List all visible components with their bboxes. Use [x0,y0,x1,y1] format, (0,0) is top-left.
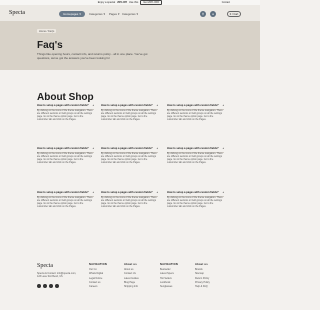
plus-icon[interactable]: + [222,191,224,194]
faq-answer: By clicking on the icons of the theme na… [167,152,223,165]
footer-heading: NAVIGATION [89,263,107,266]
chevron-down-icon: ▾ [136,12,138,16]
footer-heading: About us [124,263,137,266]
cart-button[interactable]: 0 / Cart [227,11,241,17]
search-icon[interactable]: ⚲ [200,11,206,17]
faq-item[interactable]: How to setup a pages with custom fields?… [101,191,158,209]
nav-item-label: Categories [122,12,136,16]
faq-item[interactable]: How to setup a pages with custom fields?… [167,147,224,165]
plus-icon[interactable]: + [222,147,224,150]
instagram-icon[interactable] [49,284,53,288]
faq-question[interactable]: How to setup a pages with custom fields? [167,147,219,150]
faq-question[interactable]: How to setup a pages with custom fields? [37,147,89,150]
footer-link[interactable]: Sunglasses [160,285,178,289]
plus-icon[interactable]: + [156,191,158,194]
faq-answer: By clicking on the icons of the theme na… [101,196,157,209]
nav-item-label: Pages [109,12,117,16]
nav-item-pages[interactable]: Pages ▾ [109,12,119,16]
faq-question[interactable]: How to setup a pages with custom fields? [167,191,219,194]
chevron-down-icon: ▾ [79,12,81,16]
chevron-down-icon: ▾ [117,12,120,16]
faq-question[interactable]: How to setup a pages with custom fields? [101,104,153,107]
faq-item[interactable]: How to setup a pages with custom fields?… [167,191,224,209]
plus-icon[interactable]: + [156,147,158,150]
nav-item-label: Categories [89,12,103,16]
plus-icon[interactable]: + [156,104,158,107]
social-links [37,284,59,288]
footer-logo[interactable]: Specta [37,263,53,269]
promo-tail: Use this [128,1,139,4]
promo-contact-link[interactable]: Contact [222,1,230,4]
footer-link[interactable]: Careers [89,285,107,289]
nav-item-label: Homepages [63,12,79,16]
nav-item-categories[interactable]: Categories ▾ [89,12,105,16]
faq-answer: By clicking on the icons of the theme na… [167,196,223,209]
footer-column: About us About us Contact Us Latest Guid… [124,263,139,289]
footer-column: NAVIGATION Bestseller Latest Specs Hot S… [160,263,178,289]
faq-answer: By clicking on the icons of the theme na… [101,152,157,165]
footer-contact-text: Specta & Contact: info@specta.com, 123 L… [37,272,77,278]
hero-description: Things like opening hours, contact info,… [37,52,148,60]
page-title: Faq's [37,40,63,51]
twitter-icon[interactable] [43,284,47,288]
pinterest-icon[interactable] [55,284,59,288]
promo-text: Enjoy a special [97,1,116,4]
footer-link[interactable]: Help & FAQ [195,285,210,289]
footer-heading: About us [195,263,208,266]
footer-column: NAVIGATION Our Co Whats Digital Legal No… [89,263,107,289]
chevron-down-icon: ▾ [103,12,105,16]
promo-discount: 20% Off [117,1,127,4]
facebook-icon[interactable] [37,284,41,288]
nav-item-homepages[interactable]: Homepages ▾ [59,11,85,17]
footer-link[interactable]: Shipping Info [124,285,139,289]
plus-icon[interactable]: + [92,104,94,107]
faq-item[interactable]: How to setup a pages with custom fields?… [37,191,94,209]
faq-item[interactable]: How to setup a pages with custom fields?… [167,104,224,122]
faq-item[interactable]: How to setup a pages with custom fields?… [37,104,94,122]
plus-icon[interactable]: + [92,147,94,150]
faq-answer: By clicking on the icons of the theme na… [37,196,93,209]
faq-answer: By clicking on the icons of the theme na… [37,109,93,122]
faq-answer: By clicking on the icons of the theme na… [101,109,157,122]
hero-banner: Home / Faq's Faq's Things like opening h… [0,21,260,70]
section-title: About Shop [37,92,94,103]
faq-item[interactable]: How to setup a pages with custom fields?… [37,147,94,165]
faq-question[interactable]: How to setup a pages with custom fields? [37,191,89,194]
faq-answer: By clicking on the icons of the theme na… [37,152,93,165]
faq-question[interactable]: How to setup a pages with custom fields? [101,191,153,194]
user-icon[interactable]: ● [210,11,216,17]
plus-icon[interactable]: + [92,191,94,194]
faq-item[interactable]: How to setup a pages with custom fields?… [101,147,158,165]
plus-icon[interactable]: + [222,104,224,107]
faq-question[interactable]: How to setup a pages with custom fields? [167,104,219,107]
faq-answer: By clicking on the icons of the theme na… [167,109,223,122]
faq-item[interactable]: How to setup a pages with custom fields?… [101,104,158,122]
faq-question[interactable]: How to setup a pages with custom fields? [101,147,153,150]
footer-column: About us Brands Sitemap Return Policy Pr… [195,263,210,289]
nav-item-categories-2[interactable]: Categories ▾ [122,12,138,16]
site-logo[interactable]: Specta [9,10,25,16]
breadcrumb[interactable]: Home / Faq's [37,29,57,33]
footer-heading: NAVIGATION [160,263,178,266]
faq-question[interactable]: How to setup a pages with custom fields? [37,104,89,107]
